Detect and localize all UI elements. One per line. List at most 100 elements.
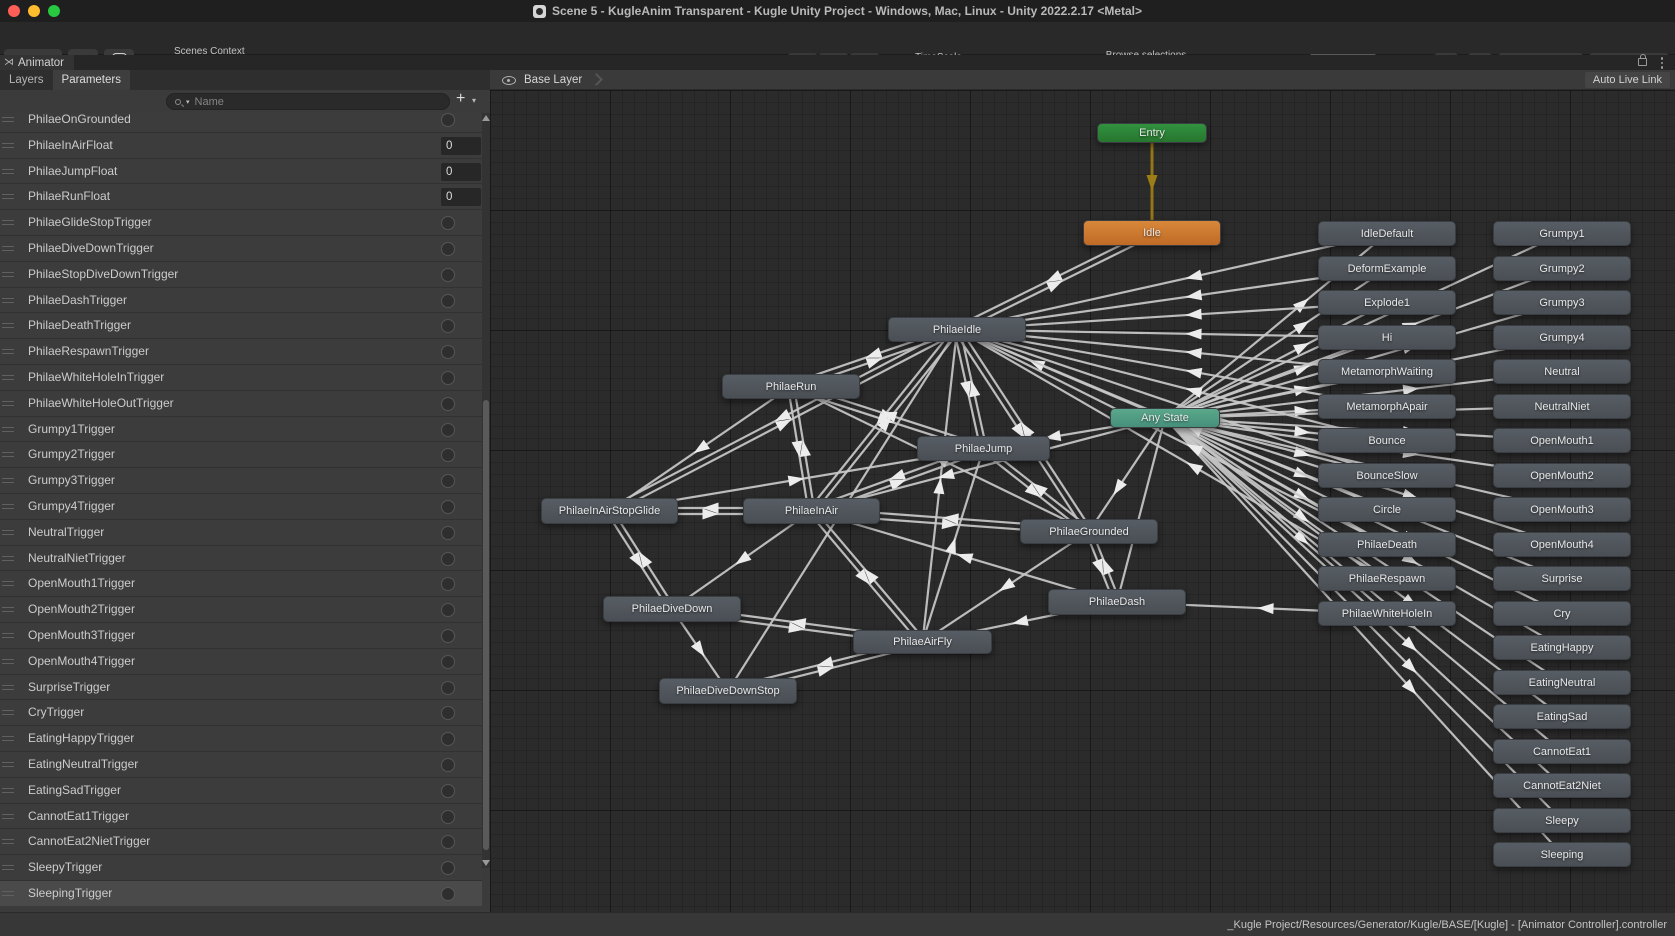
drag-handle-icon[interactable] xyxy=(2,375,14,380)
trigger-toggle[interactable] xyxy=(441,371,455,385)
state-node-metamorph_apair[interactable]: MetamorphApair xyxy=(1318,394,1456,419)
trigger-toggle[interactable] xyxy=(441,861,455,875)
scrollbar-thumb[interactable] xyxy=(483,400,489,850)
state-node-sleepy[interactable]: Sleepy xyxy=(1493,808,1631,833)
trigger-toggle[interactable] xyxy=(441,629,455,643)
drag-handle-icon[interactable] xyxy=(2,710,14,715)
state-node-philae_death[interactable]: PhilaeDeath xyxy=(1318,532,1456,557)
drag-handle-icon[interactable] xyxy=(2,736,14,741)
trigger-toggle[interactable] xyxy=(441,810,455,824)
state-node-philae_in_air[interactable]: PhilaeInAir xyxy=(743,498,880,524)
parameter-row-PhilaeOnGrounded[interactable]: PhilaeOnGrounded xyxy=(0,113,482,132)
parameter-row-PhilaeStopDiveDownTrigger[interactable]: PhilaeStopDiveDownTrigger xyxy=(0,261,482,287)
parameter-row-SleepyTrigger[interactable]: SleepyTrigger xyxy=(0,854,482,880)
parameter-row-NeutralTrigger[interactable]: NeutralTrigger xyxy=(0,519,482,545)
breadcrumb[interactable]: Base Layer xyxy=(524,70,582,90)
trigger-toggle[interactable] xyxy=(441,526,455,540)
state-node-surprise[interactable]: Surprise xyxy=(1493,566,1631,591)
drag-handle-icon[interactable] xyxy=(2,788,14,793)
state-node-explode1[interactable]: Explode1 xyxy=(1318,290,1456,315)
state-node-philae_air_fly[interactable]: PhilaeAirFly xyxy=(853,630,992,654)
parameter-row-Grumpy1Trigger[interactable]: Grumpy1Trigger xyxy=(0,416,482,442)
parameter-row-PhilaeWhiteHoleOutTrigger[interactable]: PhilaeWhiteHoleOutTrigger xyxy=(0,390,482,416)
trigger-toggle[interactable] xyxy=(441,242,455,256)
drag-handle-icon[interactable] xyxy=(2,143,14,148)
drag-handle-icon[interactable] xyxy=(2,839,14,844)
close-window-button[interactable] xyxy=(8,5,20,17)
add-parameter-button[interactable]: + xyxy=(456,90,465,108)
scroll-up-arrow-icon[interactable] xyxy=(482,115,490,121)
parameter-value-field[interactable]: 0 xyxy=(441,163,481,181)
parameter-row-CannotEat1Trigger[interactable]: CannotEat1Trigger xyxy=(0,803,482,829)
trigger-toggle[interactable] xyxy=(441,784,455,798)
state-node-entry[interactable]: Entry xyxy=(1097,123,1207,143)
trigger-toggle[interactable] xyxy=(441,552,455,566)
trigger-toggle[interactable] xyxy=(441,448,455,462)
state-node-hi[interactable]: Hi xyxy=(1318,325,1456,350)
lock-icon[interactable] xyxy=(1638,58,1647,66)
drag-handle-icon[interactable] xyxy=(2,478,14,483)
drag-handle-icon[interactable] xyxy=(2,504,14,509)
state-node-eating_neutral[interactable]: EatingNeutral xyxy=(1493,670,1631,695)
minimize-window-button[interactable] xyxy=(28,5,40,17)
state-node-philae_respawn[interactable]: PhilaeRespawn xyxy=(1318,566,1456,591)
panel-tab-parameters[interactable]: Parameters xyxy=(53,70,130,90)
state-node-open_mouth3[interactable]: OpenMouth3 xyxy=(1493,497,1631,522)
parameter-row-OpenMouth2Trigger[interactable]: OpenMouth2Trigger xyxy=(0,596,482,622)
state-node-grumpy3[interactable]: Grumpy3 xyxy=(1493,290,1631,315)
parameter-row-PhilaeRunFloat[interactable]: PhilaeRunFloat0 xyxy=(0,183,482,209)
bool-toggle[interactable] xyxy=(441,113,455,127)
trigger-toggle[interactable] xyxy=(441,500,455,514)
state-node-bounce_slow[interactable]: BounceSlow xyxy=(1318,463,1456,488)
parameter-row-EatingSadTrigger[interactable]: EatingSadTrigger xyxy=(0,777,482,803)
trigger-toggle[interactable] xyxy=(441,423,455,437)
trigger-toggle[interactable] xyxy=(441,216,455,230)
drag-handle-icon[interactable] xyxy=(2,401,14,406)
state-node-philae_dash[interactable]: PhilaeDash xyxy=(1048,589,1186,615)
parameter-row-PhilaeDashTrigger[interactable]: PhilaeDashTrigger xyxy=(0,287,482,313)
parameter-value-field[interactable]: 0 xyxy=(441,188,481,206)
state-machine-graph[interactable]: EntryIdleAny StatePhilaeIdlePhilaeRunPhi… xyxy=(490,90,1675,912)
state-node-eating_happy[interactable]: EatingHappy xyxy=(1493,635,1631,660)
drag-handle-icon[interactable] xyxy=(2,246,14,251)
drag-handle-icon[interactable] xyxy=(2,530,14,535)
state-node-philae_dive_down[interactable]: PhilaeDiveDown xyxy=(603,596,741,622)
trigger-toggle[interactable] xyxy=(441,681,455,695)
drag-handle-icon[interactable] xyxy=(2,452,14,457)
parameter-row-NeutralNietTrigger[interactable]: NeutralNietTrigger xyxy=(0,545,482,571)
drag-handle-icon[interactable] xyxy=(2,323,14,328)
parameter-search-input[interactable]: ▾ Name xyxy=(166,93,450,110)
parameter-row-PhilaeDiveDownTrigger[interactable]: PhilaeDiveDownTrigger xyxy=(0,235,482,261)
drag-handle-icon[interactable] xyxy=(2,865,14,870)
state-node-cannot_eat2_niet[interactable]: CannotEat2Niet xyxy=(1493,773,1631,798)
trigger-toggle[interactable] xyxy=(441,319,455,333)
zoom-window-button[interactable] xyxy=(48,5,60,17)
parameter-row-PhilaeGlideStopTrigger[interactable]: PhilaeGlideStopTrigger xyxy=(0,209,482,235)
state-node-deform_example[interactable]: DeformExample xyxy=(1318,256,1456,281)
state-node-open_mouth2[interactable]: OpenMouth2 xyxy=(1493,463,1631,488)
parameter-row-OpenMouth3Trigger[interactable]: OpenMouth3Trigger xyxy=(0,622,482,648)
parameter-scrollbar[interactable] xyxy=(482,113,490,868)
drag-handle-icon[interactable] xyxy=(2,194,14,199)
parameter-row-PhilaeInAirFloat[interactable]: PhilaeInAirFloat0 xyxy=(0,132,482,158)
state-node-metamorph_waiting[interactable]: MetamorphWaiting xyxy=(1318,359,1456,384)
drag-handle-icon[interactable] xyxy=(2,685,14,690)
add-parameter-caret-icon[interactable]: ▾ xyxy=(472,96,476,105)
state-node-philae_in_air_stop_glide[interactable]: PhilaeInAirStopGlide xyxy=(541,498,678,524)
parameter-row-PhilaeWhiteHoleInTrigger[interactable]: PhilaeWhiteHoleInTrigger xyxy=(0,364,482,390)
trigger-toggle[interactable] xyxy=(441,732,455,746)
state-node-philae_jump[interactable]: PhilaeJump xyxy=(917,436,1050,461)
state-node-open_mouth4[interactable]: OpenMouth4 xyxy=(1493,532,1631,557)
state-node-philae_run[interactable]: PhilaeRun xyxy=(722,374,860,399)
scroll-down-arrow-icon[interactable] xyxy=(482,860,490,866)
state-node-philae_idle[interactable]: PhilaeIdle xyxy=(888,317,1026,342)
parameter-row-PhilaeJumpFloat[interactable]: PhilaeJumpFloat0 xyxy=(0,158,482,184)
state-node-neutral[interactable]: Neutral xyxy=(1493,359,1631,384)
drag-handle-icon[interactable] xyxy=(2,633,14,638)
state-node-grumpy4[interactable]: Grumpy4 xyxy=(1493,325,1631,350)
state-node-cry[interactable]: Cry xyxy=(1493,601,1631,626)
trigger-toggle[interactable] xyxy=(441,577,455,591)
drag-handle-icon[interactable] xyxy=(2,220,14,225)
parameter-row-SurpriseTrigger[interactable]: SurpriseTrigger xyxy=(0,674,482,700)
parameter-row-OpenMouth4Trigger[interactable]: OpenMouth4Trigger xyxy=(0,648,482,674)
